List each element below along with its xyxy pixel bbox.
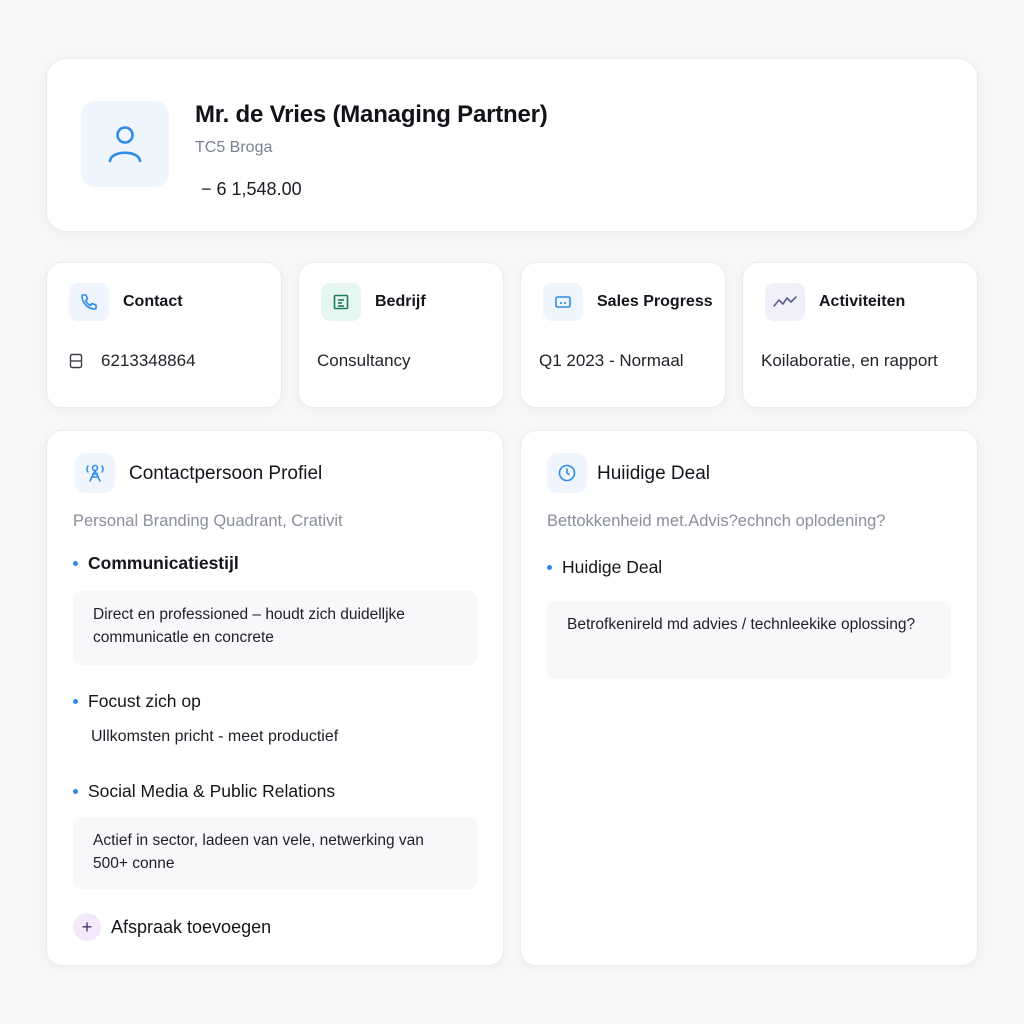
company-card-title: Bedrijf [375,293,426,310]
communication-style-note: Direct en professioned – houdt zich duid… [73,591,477,665]
contact-card-title: Contact [123,293,183,310]
bullet-dot [73,699,78,704]
current-deal-panel: Huiidige Deal Bettokkenheid met.Advis?ec… [520,430,978,966]
phone-number-row[interactable]: 6213348864 [69,351,196,371]
current-deal-heading: Huidige Deal [547,557,662,578]
communication-style-heading: Communicatiestijl [73,553,239,574]
contact-profile-title: Contactpersoon Profiel [129,463,323,484]
avatar[interactable] [81,101,169,187]
contact-card[interactable]: Contact 6213348864 [46,262,282,408]
focus-label: Focust zich op [88,691,201,711]
contact-profile-subtitle: Personal Branding Quadrant, Crativit [73,512,343,530]
bullet-dot [547,565,552,570]
focus-heading: Focust zich op [73,691,201,712]
communication-style-label: Communicatiestijl [88,553,239,573]
company-card[interactable]: Bedrijf Consultancy [298,262,504,408]
clock-icon [547,453,587,493]
bullet-dot [73,789,78,794]
phone-icon [69,283,109,321]
social-media-heading: Social Media & Public Relations [73,781,335,802]
current-deal-note: Betrofkenireld md advies / technleekike … [547,601,951,679]
network-icon [75,453,115,493]
current-deal-subtitle: Bettokkenheid met.Advis?echnch oplodenin… [547,512,886,530]
bullet-dot [73,561,78,566]
activities-value: Koilaboratie, en rapport [761,351,938,370]
social-media-label: Social Media & Public Relations [88,781,336,801]
phone-device-icon [69,353,83,369]
phone-number: 6213348864 [101,351,196,370]
current-deal-title: Huiidige Deal [597,463,711,484]
deal-amount: − 6 1,548.00 [201,179,302,199]
company-name: TC5 Broga [195,139,273,156]
activity-icon [765,283,805,321]
activities-card[interactable]: Activiteiten Koilaboratie, en rapport [742,262,978,408]
document-icon [321,283,361,321]
sales-progress-title: Sales Progress [597,293,713,310]
user-icon [108,126,142,163]
add-appointment-button[interactable]: + Afspraak toevoegen [73,913,271,941]
sales-progress-value: Q1 2023 - Normaal [539,351,684,370]
focus-text: Ullkomsten pricht - meet productief [91,728,339,745]
contact-profile-panel: Contactpersoon Profiel Personal Branding… [46,430,504,966]
activities-title: Activiteiten [819,293,906,310]
card-icon [543,283,583,321]
company-sector: Consultancy [317,351,411,370]
contact-name: Mr. de Vries (Managing Partner) [195,101,548,128]
sales-progress-card[interactable]: Sales Progress Q1 2023 - Normaal [520,262,726,408]
plus-icon: + [73,913,101,941]
current-deal-label: Huidige Deal [562,557,663,577]
add-appointment-label: Afspraak toevoegen [111,916,272,937]
profile-header-card: Mr. de Vries (Managing Partner) TC5 Brog… [46,58,978,232]
social-media-note: Actief in sector, ladeen van vele, netwe… [73,817,477,889]
